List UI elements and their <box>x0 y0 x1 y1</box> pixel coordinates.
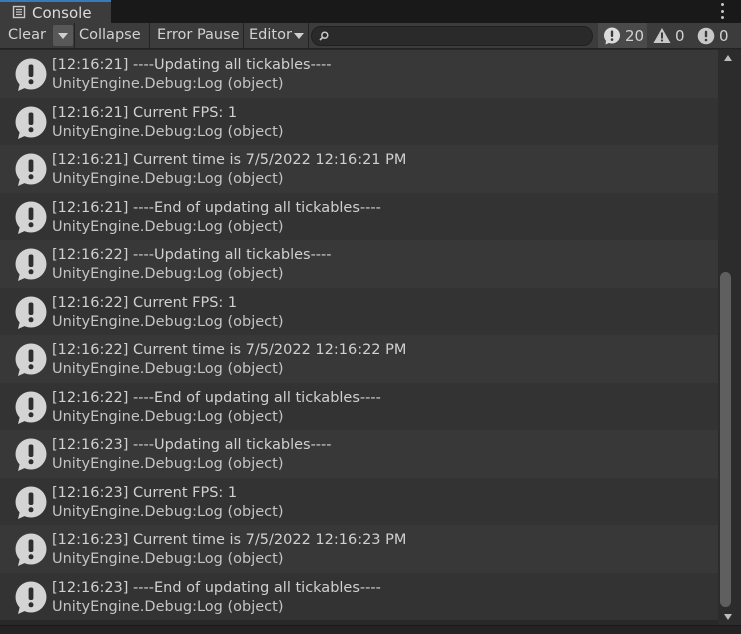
clear-options-dropdown[interactable] <box>53 25 73 46</box>
editor-chevron-down-icon <box>294 33 304 39</box>
log-entry[interactable]: [12:16:22] Current FPS: 1 UnityEngine.Deb… <box>0 287 718 335</box>
error-count: 0 <box>719 26 729 45</box>
log-message: [12:16:22] ----Updating all tickables---… <box>52 247 332 263</box>
log-message: [12:16:23] Current FPS: 1 <box>52 484 238 501</box>
console-icon <box>12 5 26 19</box>
info-message-icon <box>15 533 47 566</box>
scroll-up-arrow-icon[interactable] <box>724 55 732 61</box>
warning-count: 0 <box>675 26 685 45</box>
log-message: [12:16:22] Current FPS: 1 <box>52 294 238 311</box>
editor-dropdown[interactable]: Editor <box>245 23 296 48</box>
tab-title: Console <box>32 4 92 22</box>
log-source: UnityEngine.Debug:Log (object) <box>52 456 284 472</box>
log-entry[interactable]: [12:16:22] ----End of updating all ticka… <box>0 382 718 430</box>
search-input[interactable] <box>311 26 593 46</box>
info-message-icon <box>15 343 47 376</box>
more-options-icon[interactable] <box>719 3 725 19</box>
editor-dropdown-label: Editor <box>249 27 292 43</box>
log-entry[interactable]: [12:16:23] Current time is 7/5/2022 12:1… <box>0 525 718 573</box>
log-source: UnityEngine.Debug:Log (object) <box>52 123 284 140</box>
log-source: UnityEngine.Debug:Log (object) <box>52 503 284 520</box>
log-entry[interactable]: [12:16:21] Current time is 7/5/2022 12:1… <box>0 145 718 193</box>
collapse-toggle[interactable]: Collapse <box>75 23 145 48</box>
log-message: [12:16:21] Current time is 7/5/2022 12:1… <box>52 152 407 168</box>
tab-bar: Console <box>0 0 741 23</box>
error-icon <box>697 27 715 44</box>
log-entry[interactable]: [12:16:22] ----Updating all tickables---… <box>0 240 718 288</box>
log-source: UnityEngine.Debug:Log (object) <box>52 218 284 235</box>
search-icon <box>319 31 329 41</box>
log-entry[interactable]: [12:16:23] ----End of updating all ticka… <box>0 572 718 620</box>
log-scrollbar[interactable] <box>718 50 741 625</box>
log-message: [12:16:23] ----End of updating all ticka… <box>52 579 381 596</box>
tab-console[interactable]: Console <box>0 0 111 23</box>
log-message: [12:16:23] ----Updating all tickables---… <box>52 437 332 453</box>
info-message-icon <box>15 391 47 424</box>
scroll-down-arrow-icon[interactable] <box>724 614 732 620</box>
log-message: [12:16:21] Current FPS: 1 <box>52 104 238 121</box>
info-message-icon <box>15 248 47 281</box>
log-source: UnityEngine.Debug:Log (object) <box>52 313 284 330</box>
log-entry[interactable]: [12:16:21] ----End of updating all ticka… <box>0 192 718 240</box>
log-entry[interactable]: [12:16:21] ----Updating all tickables---… <box>0 50 718 98</box>
log-list[interactable]: [12:16:21] ----Updating all tickables---… <box>0 50 718 625</box>
log-source: UnityEngine.Debug:Log (object) <box>52 598 284 615</box>
log-message: [12:16:23] Current time is 7/5/2022 12:1… <box>52 532 407 548</box>
info-message-icon <box>15 106 47 139</box>
log-source: UnityEngine.Debug:Log (object) <box>52 361 284 377</box>
info-message-icon <box>15 486 47 519</box>
info-message-icon <box>15 153 47 186</box>
console-toolbar: Clear Collapse Error Pause Editor 20 0 0 <box>0 23 741 49</box>
scrollbar-thumb[interactable] <box>720 272 731 607</box>
error-pause-toggle[interactable]: Error Pause <box>153 23 244 48</box>
log-entry[interactable]: [12:16:23] ----Updating all tickables---… <box>0 430 718 478</box>
log-source: UnityEngine.Debug:Log (object) <box>52 266 284 282</box>
info-message-icon <box>15 201 47 234</box>
error-count-toggle[interactable]: 0 <box>697 23 729 48</box>
info-message-icon <box>15 296 47 329</box>
log-entry[interactable]: [12:16:21] Current FPS: 1 UnityEngine.Deb… <box>0 97 718 145</box>
info-icon <box>604 27 620 44</box>
log-source: UnityEngine.Debug:Log (object) <box>52 171 284 187</box>
log-message: [12:16:21] ----End of updating all ticka… <box>52 199 381 216</box>
info-message-icon <box>15 58 47 91</box>
info-count-toggle[interactable]: 20 <box>598 23 647 48</box>
log-entry[interactable]: [12:16:23] Current FPS: 1 UnityEngine.Deb… <box>0 477 718 525</box>
info-message-icon <box>15 438 47 471</box>
log-message: [12:16:21] ----Updating all tickables---… <box>52 57 332 73</box>
log-source: UnityEngine.Debug:Log (object) <box>52 408 284 425</box>
info-message-icon <box>15 581 47 614</box>
log-source: UnityEngine.Debug:Log (object) <box>52 76 284 92</box>
log-entry[interactable]: [12:16:22] Current time is 7/5/2022 12:1… <box>0 335 718 383</box>
log-message: [12:16:22] ----End of updating all ticka… <box>52 389 381 406</box>
chevron-down-icon <box>58 33 68 39</box>
info-count: 20 <box>625 26 645 45</box>
log-source: UnityEngine.Debug:Log (object) <box>52 551 284 567</box>
log-message: [12:16:22] Current time is 7/5/2022 12:1… <box>52 342 407 358</box>
warning-count-toggle[interactable]: 0 <box>653 23 685 48</box>
warning-icon <box>653 28 671 43</box>
clear-button[interactable]: Clear <box>4 23 50 48</box>
